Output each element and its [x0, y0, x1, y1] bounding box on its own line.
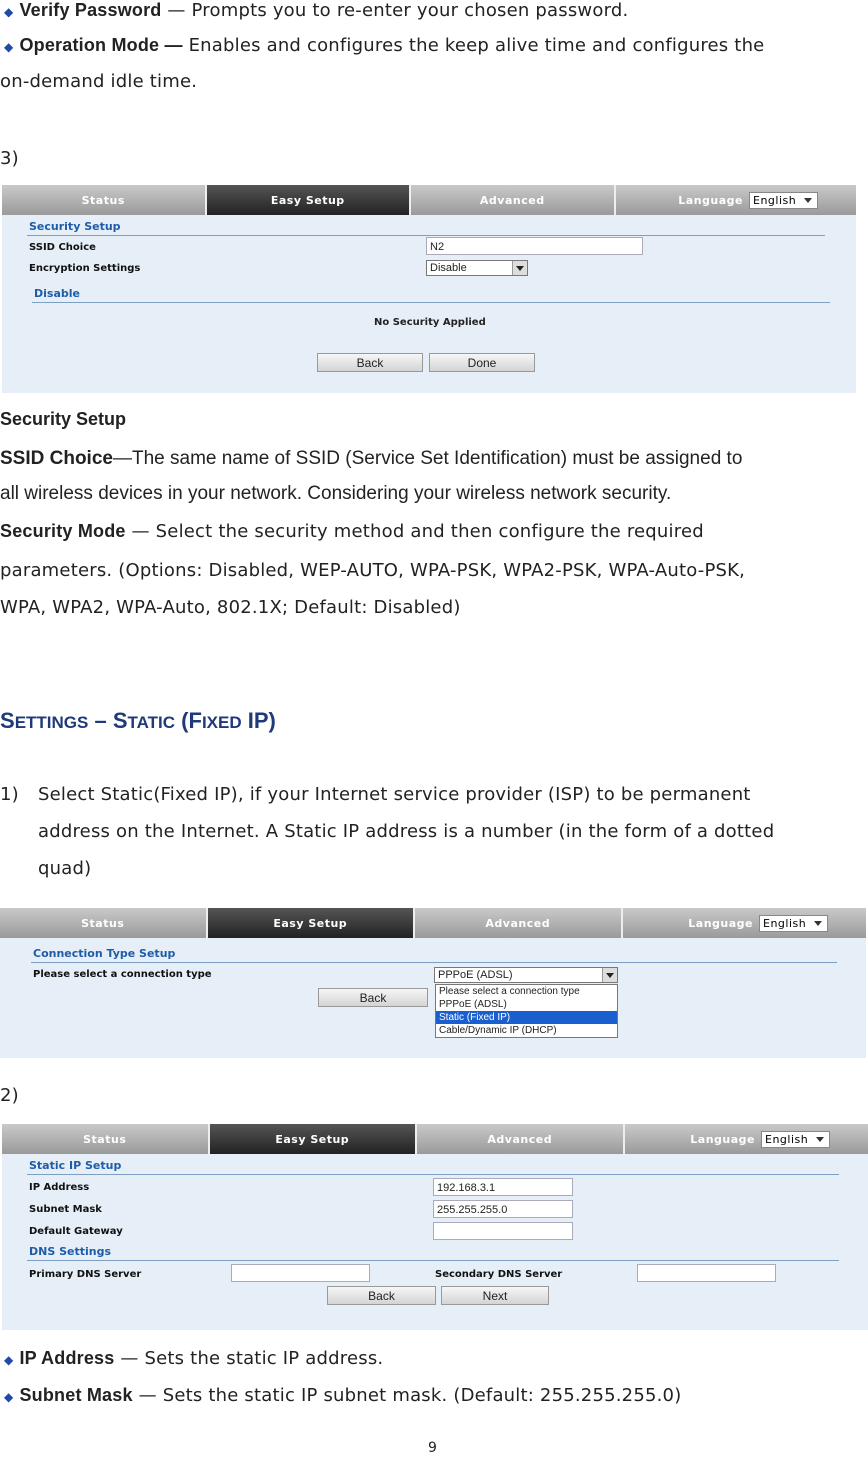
encryption-settings-label: Encryption Settings	[29, 263, 141, 274]
dns-settings-title: DNS Settings	[29, 1245, 112, 1258]
language-area: Language English	[616, 185, 857, 215]
tab-advanced[interactable]: Advanced	[411, 185, 616, 215]
section-title: Connection Type Setup	[33, 947, 176, 960]
security-setup-screenshot: Status Easy Setup Advanced Language Engl…	[2, 185, 856, 393]
security-setup-heading: Security Setup	[0, 409, 127, 429]
divider	[32, 302, 830, 303]
primary-dns-input[interactable]	[231, 1264, 370, 1282]
tab-bar: Status Easy Setup Advanced Language Engl…	[2, 185, 856, 215]
dropdown-option[interactable]: PPPoE (ADSL)	[436, 998, 617, 1011]
divider	[27, 1260, 839, 1261]
next-button[interactable]: Next	[441, 1286, 549, 1305]
back-button[interactable]: Back	[317, 353, 423, 372]
language-area: Language English	[625, 1124, 868, 1154]
tab-advanced[interactable]: Advanced	[415, 908, 623, 938]
ip-address-bullet: ◆ IP Address — Sets the static IP address…	[4, 1348, 384, 1369]
ssid-choice-desc: SSID Choice—The same name of SSID (Servi…	[0, 448, 743, 469]
subnet-mask-input[interactable]: 255.255.255.0	[433, 1200, 573, 1218]
dropdown-option[interactable]: Cable/Dynamic IP (DHCP)	[436, 1024, 617, 1037]
back-button[interactable]: Back	[318, 988, 428, 1007]
default-gateway-input[interactable]	[433, 1222, 573, 1240]
diamond-bullet-icon: ◆	[4, 1353, 14, 1367]
settings-static-heading: SETTINGS – STATIC (FIXED IP)	[0, 708, 276, 733]
dropdown-option-selected[interactable]: Static (Fixed IP)	[436, 1011, 617, 1024]
step-1-line-1: Select Static(Fixed IP), if your Interne…	[38, 784, 751, 805]
static-ip-screenshot: Status Easy Setup Advanced Language Engl…	[2, 1124, 868, 1330]
security-mode-desc-3: WPA, WPA2, WPA-Auto, 802.1X; Default: Di…	[0, 597, 461, 618]
page-number: 9	[428, 1440, 437, 1456]
ssid-choice-label: SSID Choice	[29, 242, 96, 253]
language-label: Language	[690, 1132, 755, 1146]
no-security-text: No Security Applied	[374, 317, 486, 328]
language-label: Language	[688, 916, 753, 930]
primary-dns-label: Primary DNS Server	[29, 1269, 142, 1280]
section-title: Static IP Setup	[29, 1159, 122, 1172]
tab-status[interactable]: Status	[2, 1124, 210, 1154]
step-2-label: 2)	[0, 1085, 19, 1106]
divider	[27, 235, 825, 236]
back-button[interactable]: Back	[327, 1286, 436, 1305]
tab-status[interactable]: Status	[0, 908, 208, 938]
tab-advanced[interactable]: Advanced	[417, 1124, 625, 1154]
dropdown-option[interactable]: Please select a connection type	[436, 985, 617, 998]
secondary-dns-input[interactable]	[637, 1264, 776, 1282]
connection-type-select[interactable]: PPPoE (ADSL)	[434, 967, 618, 983]
diamond-bullet-icon: ◆	[4, 40, 14, 54]
security-mode-desc-2: parameters. (Options: Disabled, WEP-AUTO…	[0, 560, 746, 581]
tab-bar: Status Easy Setup Advanced Language Engl…	[0, 908, 866, 938]
language-select[interactable]: English	[749, 191, 818, 209]
divider	[27, 1174, 839, 1175]
encryption-select[interactable]: Disable	[426, 260, 528, 276]
language-area: Language English	[623, 908, 867, 938]
diamond-bullet-icon: ◆	[4, 5, 14, 19]
connection-type-label: Please select a connection type	[33, 969, 212, 980]
tab-easy-setup[interactable]: Easy Setup	[209, 1124, 417, 1154]
step-1-number: 1)	[0, 784, 19, 805]
diamond-bullet-icon: ◆	[4, 1390, 14, 1404]
divider	[31, 962, 837, 963]
default-gateway-label: Default Gateway	[29, 1226, 123, 1237]
tab-easy-setup[interactable]: Easy Setup	[206, 185, 411, 215]
chevron-down-icon	[512, 261, 527, 275]
subnet-mask-label: Subnet Mask	[29, 1204, 102, 1215]
connection-type-dropdown: Please select a connection type PPPoE (A…	[435, 984, 618, 1038]
language-select[interactable]: English	[761, 1130, 830, 1148]
encryption-value: Disable	[430, 262, 467, 274]
tab-bar: Status Easy Setup Advanced Language Engl…	[2, 1124, 868, 1154]
ssid-input[interactable]: N2	[426, 237, 643, 255]
ip-address-input[interactable]: 192.168.3.1	[433, 1178, 573, 1196]
step-3-label: 3)	[0, 148, 19, 169]
chevron-down-icon	[602, 968, 617, 982]
verify-password-bullet: ◆ Verify Password — Prompts you to re-ent…	[4, 0, 629, 21]
language-select[interactable]: English	[759, 914, 828, 932]
operation-mode-bullet: ◆ Operation Mode — Enables and configures…	[4, 35, 765, 56]
secondary-dns-label: Secondary DNS Server	[435, 1269, 563, 1280]
tab-status[interactable]: Status	[2, 185, 207, 215]
section-title: Security Setup	[29, 220, 121, 233]
tab-easy-setup[interactable]: Easy Setup	[207, 908, 415, 938]
subnet-mask-bullet: ◆ Subnet Mask — Sets the static IP subnet…	[4, 1385, 682, 1406]
step-1-line-3: quad)	[38, 858, 92, 879]
ip-address-label: IP Address	[29, 1182, 90, 1193]
done-button[interactable]: Done	[429, 353, 535, 372]
security-mode-desc: Security Mode — Select the security meth…	[0, 521, 704, 542]
language-label: Language	[678, 193, 743, 207]
connection-type-screenshot: Status Easy Setup Advanced Language Engl…	[0, 908, 866, 1058]
ssid-choice-desc-continued: all wireless devices in your network. Co…	[0, 483, 672, 504]
disable-title: Disable	[34, 287, 80, 300]
operation-mode-continued: on-demand idle time.	[0, 71, 198, 92]
connection-type-value: PPPoE (ADSL)	[438, 969, 513, 981]
step-1-line-2: address on the Internet. A Static IP add…	[38, 821, 775, 842]
